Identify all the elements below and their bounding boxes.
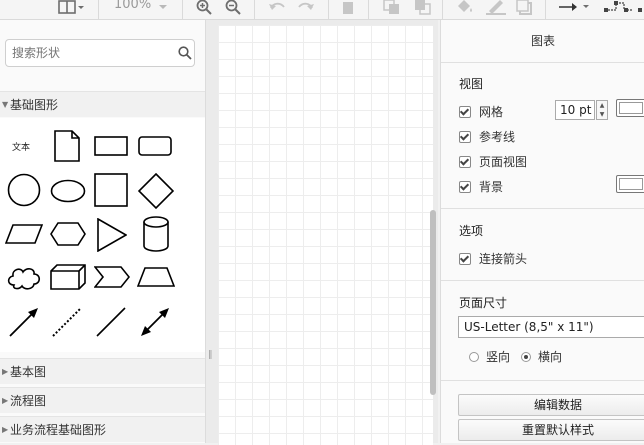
grid-size-input[interactable]: 10 pt bbox=[555, 100, 595, 120]
section-label: 业务流程基础图形 bbox=[10, 423, 107, 437]
connection-arrows-label: 连接箭头 bbox=[479, 252, 528, 266]
shape-rectangle[interactable] bbox=[94, 136, 128, 156]
background-color-swatch[interactable] bbox=[616, 175, 644, 193]
grid-label: 网格 bbox=[479, 105, 504, 119]
landscape-radio[interactable]: 横向 bbox=[521, 348, 562, 365]
waypoints-icon[interactable] bbox=[604, 0, 644, 18]
section-flowchart[interactable]: ▶ 流程图 bbox=[0, 387, 205, 413]
grid-checkbox[interactable]: 网格 bbox=[459, 103, 503, 120]
page-view-label: 页面视图 bbox=[479, 155, 528, 169]
search-icon[interactable] bbox=[178, 46, 192, 63]
shape-trapezoid[interactable] bbox=[137, 267, 175, 287]
shape-sidebar: ▼ 基础图形 文本 ▶ 基本图 ▶ 流程图 ▶ bbox=[0, 20, 206, 443]
zoom-out-icon[interactable] bbox=[225, 0, 241, 18]
divider bbox=[441, 208, 644, 209]
shape-ellipse[interactable] bbox=[50, 179, 86, 203]
section-basic[interactable]: ▶ 基本图 bbox=[0, 358, 205, 384]
shape-dotted-line[interactable] bbox=[51, 306, 83, 338]
checkbox-checked-icon[interactable] bbox=[459, 105, 471, 118]
connection-arrow-icon[interactable] bbox=[559, 0, 591, 18]
collapsed-triangle-icon: ▶ bbox=[2, 425, 9, 434]
shadow-icon[interactable] bbox=[516, 0, 532, 18]
search-input[interactable] bbox=[5, 39, 195, 67]
section-bpmn-basic[interactable]: ▶ 业务流程基础图形 bbox=[0, 416, 205, 442]
shape-arrow[interactable] bbox=[8, 306, 40, 338]
to-front-icon[interactable] bbox=[383, 0, 401, 18]
shape-step[interactable] bbox=[94, 266, 130, 288]
shape-diamond[interactable] bbox=[138, 173, 174, 209]
line-color-icon[interactable] bbox=[486, 0, 506, 18]
zoom-in-icon[interactable] bbox=[196, 0, 212, 18]
section-label: 流程图 bbox=[10, 394, 47, 408]
edit-data-button[interactable]: 编辑数据 bbox=[458, 394, 644, 416]
format-panel-icon[interactable] bbox=[58, 0, 84, 18]
background-checkbox[interactable]: 背景 bbox=[459, 178, 503, 195]
radio-selected-icon[interactable] bbox=[521, 351, 531, 362]
shape-bidirectional-arrow[interactable] bbox=[139, 306, 171, 338]
options-heading: 选项 bbox=[459, 224, 484, 238]
section-basic-shapes[interactable]: ▼ 基础图形 bbox=[0, 91, 205, 117]
shape-hexagon[interactable] bbox=[50, 222, 86, 246]
portrait-radio[interactable]: 竖向 bbox=[469, 348, 510, 365]
vertical-scrollbar[interactable] bbox=[430, 210, 436, 395]
to-back-icon[interactable] bbox=[414, 0, 432, 18]
section-label: 基本图 bbox=[10, 365, 47, 379]
chevron-down-icon[interactable] bbox=[159, 0, 167, 18]
portrait-label: 竖向 bbox=[486, 350, 511, 364]
radio-unselected-icon[interactable] bbox=[469, 351, 479, 362]
shape-text[interactable]: 文本 bbox=[12, 140, 30, 153]
landscape-label: 横向 bbox=[538, 350, 563, 364]
diagram-canvas[interactable] bbox=[206, 20, 438, 445]
guides-label: 参考线 bbox=[479, 130, 516, 144]
shape-cylinder[interactable] bbox=[143, 216, 169, 252]
shape-line[interactable] bbox=[95, 306, 127, 338]
shape-cloud[interactable] bbox=[6, 265, 42, 291]
shape-rounded-rectangle[interactable] bbox=[138, 136, 172, 156]
guides-checkbox[interactable]: 参考线 bbox=[459, 128, 515, 145]
divider bbox=[441, 280, 644, 281]
format-panel: 图表 视图 网格 10 pt ▲ ▼ 参考线 页面视图 背景 选项 连接箭头 页面… bbox=[440, 20, 644, 443]
view-heading: 视图 bbox=[459, 77, 484, 91]
checkbox-checked-icon[interactable] bbox=[459, 180, 471, 193]
reset-default-style-button[interactable]: 重置默认样式 bbox=[458, 419, 644, 441]
panel-tab-diagram[interactable]: 图表 bbox=[441, 20, 644, 63]
shape-cube[interactable] bbox=[50, 264, 86, 290]
fill-color-icon[interactable] bbox=[456, 0, 474, 18]
collapsed-triangle-icon: ▶ bbox=[2, 396, 9, 405]
shape-triangle[interactable] bbox=[97, 218, 127, 252]
toolbar: 100% bbox=[0, 0, 644, 20]
background-label: 背景 bbox=[479, 180, 504, 194]
grid-color-swatch[interactable] bbox=[616, 99, 644, 117]
checkbox-checked-icon[interactable] bbox=[459, 252, 471, 265]
collapsed-triangle-icon: ▶ bbox=[2, 367, 9, 376]
divider bbox=[441, 380, 644, 381]
checkbox-checked-icon[interactable] bbox=[459, 155, 471, 168]
shape-circle[interactable] bbox=[7, 173, 41, 207]
section-label: 基础图形 bbox=[10, 98, 59, 112]
zoom-level[interactable]: 100% bbox=[114, 0, 151, 12]
checkbox-checked-icon[interactable] bbox=[459, 130, 471, 143]
delete-icon[interactable] bbox=[342, 0, 354, 18]
connection-arrows-checkbox[interactable]: 连接箭头 bbox=[459, 250, 527, 267]
grid-size-stepper[interactable]: ▲ ▼ bbox=[596, 100, 608, 120]
diagram-page[interactable] bbox=[218, 25, 433, 445]
expanded-triangle-icon: ▼ bbox=[2, 100, 9, 109]
redo-icon[interactable] bbox=[297, 0, 315, 18]
shape-document[interactable] bbox=[54, 130, 80, 162]
page-format-select[interactable]: US-Letter (8,5" x 11") bbox=[458, 316, 644, 338]
shape-square[interactable] bbox=[94, 173, 128, 207]
sidebar-splitter-handle[interactable]: ‖ bbox=[208, 350, 213, 360]
undo-icon[interactable] bbox=[268, 0, 286, 18]
shape-palette: 文本 bbox=[0, 118, 205, 352]
page-size-heading: 页面尺寸 bbox=[459, 296, 508, 310]
page-view-checkbox[interactable]: 页面视图 bbox=[459, 153, 527, 170]
shape-parallelogram[interactable] bbox=[5, 224, 43, 244]
